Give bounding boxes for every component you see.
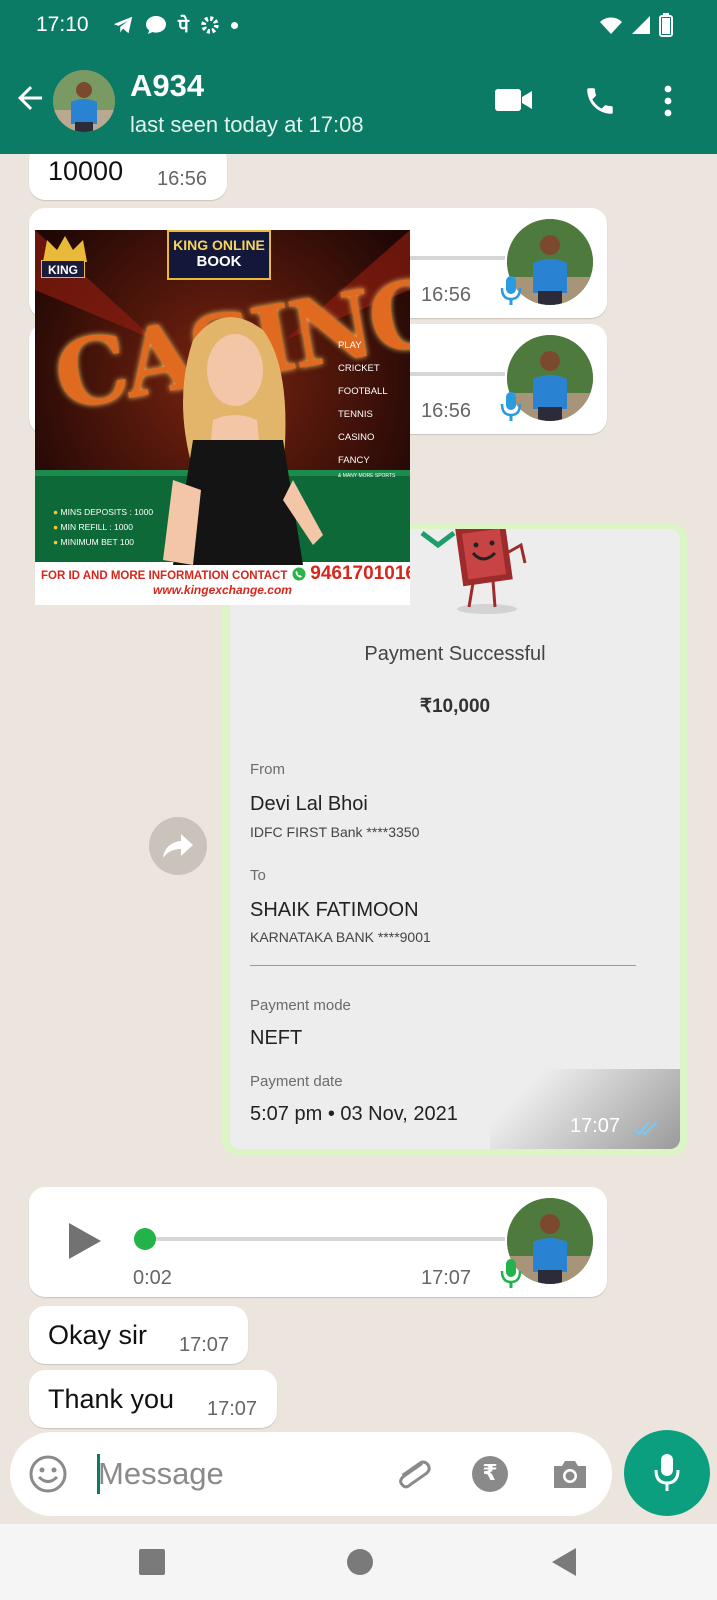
voice-message-time: 16:56 [421,284,472,306]
payment-date-label: Payment date [250,1073,343,1090]
mic-icon [500,392,522,421]
voice-message-time: 16:56 [421,400,472,422]
to-label: To [250,867,266,884]
payment-mode: NEFT [250,1027,303,1049]
whatsapp-icon [292,567,306,581]
sender-bank: IDFC FIRST Bank ****3350 [250,824,420,840]
bank-mascot-icon [455,529,527,614]
read-receipt-icon [633,1121,658,1136]
menu-item: FANCY [338,455,370,466]
dealer-figure [163,317,323,565]
advertisement-image[interactable]: CASINO KING KING ONLINE BOOK PLAY CRICKE… [35,230,410,605]
payment-screenshot[interactable]: Payment Successful ₹10,000 From Devi Lal… [230,529,680,1149]
message-time: 17:07 [570,1115,621,1137]
mic-icon [654,1454,680,1491]
notification-icons: पे [112,12,238,38]
voice-message[interactable]: 0:02 17:07 [29,1187,607,1297]
menu-item: TENNIS [338,409,373,420]
recipient-bank: KARNATAKA BANK ****9001 [250,929,431,945]
camera-icon[interactable] [550,1456,590,1492]
chevron-down-icon [420,531,456,549]
perk-item: ● MIN REFILL : 1000 [53,522,133,532]
payment-screenshot-message[interactable]: Payment Successful ₹10,000 From Devi Lal… [222,523,687,1155]
menu-item: CASINO [338,432,375,443]
recents-icon[interactable] [138,1548,166,1576]
divider [250,965,636,966]
status-bar: 17:10 पे [0,0,717,50]
incoming-message[interactable]: Thank you 17:07 [29,1370,277,1428]
payment-button[interactable]: ₹ [472,1456,508,1492]
king-logo: KING [41,260,85,278]
battery-icon [659,13,673,37]
perk-item: ● MINS DEPOSITS : 1000 [53,507,154,517]
mic-icon [500,1259,522,1288]
perks-list: ● MINS DEPOSITS : 1000 ● MIN REFILL : 10… [53,505,153,550]
dot-icon [230,21,238,29]
voice-call-icon[interactable] [583,84,617,118]
message-text: Okay sir [48,1320,148,1350]
chat-header: A934 last seen today at 17:08 [0,50,717,154]
play-icon[interactable] [67,1221,103,1261]
forward-button[interactable] [149,817,207,875]
brand-line-2: BOOK [196,253,242,270]
back-arrow-icon[interactable] [12,80,48,116]
record-voice-button[interactable] [624,1430,710,1516]
perk-item: ● MINIMUM BET 100 [53,537,135,547]
menu-item: & MANY MORE SPORTS [338,473,396,479]
payment-date: 5:07 pm • 03 Nov, 2021 [250,1103,458,1125]
brand-line-1: KING ONLINE [173,237,265,253]
message-icon [146,16,166,34]
message-text: Thank you [48,1384,175,1414]
contact-phone: 9461701016 [310,563,410,584]
status-time: 17:10 [36,13,89,36]
brand-box: KING ONLINE BOOK [167,230,271,280]
mic-icon [500,276,522,305]
video-call-icon[interactable] [494,84,534,116]
last-seen-status: last seen today at 17:08 [130,112,364,137]
message-input[interactable]: Message [98,1456,224,1492]
menu-item: CRICKET [338,363,380,374]
voice-duration: 0:02 [133,1267,172,1289]
voice-seek-track[interactable] [145,1237,505,1241]
chat-area[interactable]: 10000 16:56 16:56 16:56 Payment Successf… [0,154,717,1430]
contact-line: FOR ID AND MORE INFORMATION CONTACT 9461… [41,563,410,585]
rupee-icon: ₹ [482,1461,498,1486]
system-icons [599,13,673,37]
voice-seek-handle[interactable] [134,1228,156,1250]
message-time: 17:07 [207,1398,258,1420]
message-text: 10000 [48,156,124,186]
wifi-icon [600,17,622,34]
home-icon[interactable] [346,1548,374,1576]
navigation-bar [0,1524,717,1600]
message-time: 16:56 [157,168,208,190]
menu-item: PLAY [338,340,362,351]
settings-icon [201,16,219,34]
sports-menu: PLAY CRICKET FOOTBALL TENNIS CASINO FANC… [338,334,395,480]
incoming-message[interactable]: 10000 16:56 [29,154,227,200]
incoming-message[interactable]: Okay sir 17:07 [29,1306,248,1364]
menu-item: FOOTBALL [338,386,388,397]
website-url: www.kingexchange.com [153,583,292,597]
telegram-icon [113,16,133,34]
share-arrow-icon [163,834,193,858]
contact-line-text: FOR ID AND MORE INFORMATION CONTACT [41,570,288,582]
more-options-icon[interactable] [663,84,673,118]
payment-mode-label: Payment mode [250,997,351,1014]
contact-avatar[interactable] [53,70,115,132]
payment-amount: ₹10,000 [419,696,491,717]
avatar-image [53,70,115,132]
from-label: From [250,761,285,778]
sender-name: Devi Lal Bhoi [250,793,368,815]
message-composer[interactable]: Message ₹ [10,1432,612,1516]
voice-message-time: 17:07 [421,1267,472,1289]
app-letter-icon: पे [178,15,189,37]
recipient-name: SHAIK FATIMOON [250,899,419,921]
signal-icon [632,16,650,34]
emoji-icon[interactable] [28,1454,68,1494]
payment-status: Payment Successful [364,643,546,665]
attach-icon[interactable] [392,1454,432,1494]
back-icon[interactable] [550,1546,578,1578]
contact-name[interactable]: A934 [130,68,204,104]
message-time: 17:07 [179,1334,230,1356]
